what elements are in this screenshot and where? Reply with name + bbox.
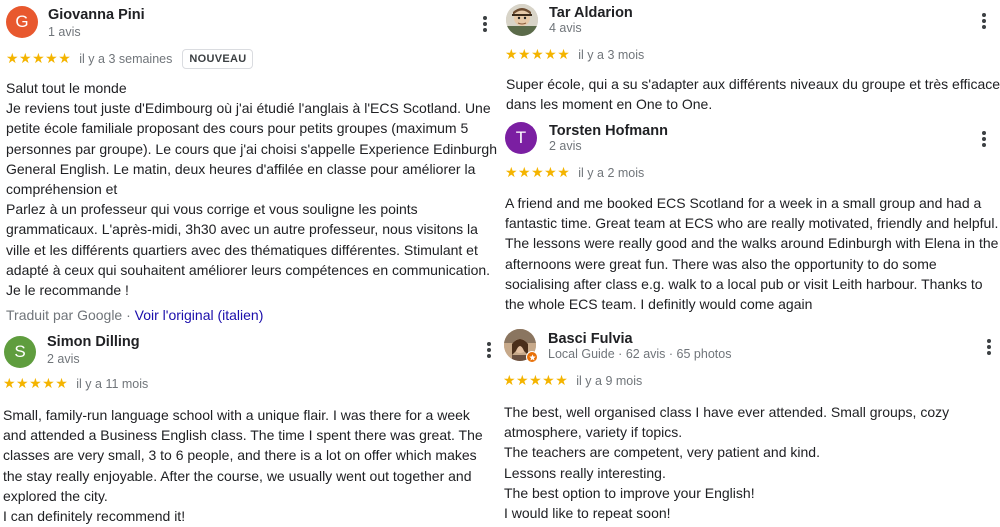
review-line: the stay really enjoyable. After the cou… <box>3 467 472 484</box>
avatar-image <box>506 4 538 36</box>
review-line: Je le recommande ! <box>6 282 129 299</box>
reviewer-meta: Local Guide · 62 avis · 65 photos <box>548 347 732 361</box>
avatar-basci-fulvia[interactable] <box>504 329 538 363</box>
reviewer-name[interactable]: Giovanna Pini <box>48 7 145 23</box>
review-date: il y a 3 mois <box>578 48 645 62</box>
review-line: petite école familiale proposant des cou… <box>6 120 469 137</box>
local-guide-badge-icon <box>526 351 538 363</box>
review-date: il y a 9 mois <box>576 374 643 388</box>
rating-row: ★★★★★ il y a 9 mois <box>503 373 642 389</box>
avatar-giovanna-pini[interactable]: G <box>6 6 38 38</box>
reviewer-meta: 2 avis <box>549 139 582 153</box>
review-date: il y a 2 mois <box>578 166 645 180</box>
reviewer-name[interactable]: Simon Dilling <box>47 334 140 350</box>
avatar-tar-aldarion[interactable] <box>506 4 538 36</box>
review-card-giovanna-pini: G Giovanna Pini 1 avis ★★★★★ il y a 3 se… <box>0 0 500 330</box>
review-line: Small, family-run language school with a… <box>3 407 470 423</box>
review-line: and attended a Business English class. T… <box>3 427 483 444</box>
review-line: The teachers are competent, very patient… <box>504 444 820 461</box>
avatar-initial: T <box>515 128 527 147</box>
star-rating: ★★★★★ <box>505 165 571 181</box>
reviewer-name[interactable]: Torsten Hofmann <box>549 123 668 139</box>
review-card-torsten-hofmann: T Torsten Hofmann 2 avis ★★★★★ il y a 2 … <box>500 118 1000 323</box>
more-options-icon[interactable] <box>482 339 496 361</box>
review-line: I would like to repeat soon! <box>504 505 671 522</box>
review-line: classes are very small, 3 to 6 people, a… <box>3 447 477 464</box>
reviewer-name[interactable]: Basci Fulvia <box>548 331 633 347</box>
review-line: Je reviens tout juste d'Edimbourg où j'a… <box>6 100 491 117</box>
review-line: Parlez à un professeur qui vous corrige … <box>6 201 418 218</box>
review-text: A friend and me booked ECS Scotland for … <box>505 193 998 314</box>
more-options-icon[interactable] <box>478 13 492 35</box>
review-card-tar-aldarion: Tar Aldarion 4 avis ★★★★★ il y a 3 mois … <box>500 0 1000 118</box>
translated-by-label: Traduit par Google · <box>6 307 131 323</box>
review-text: Salut tout le monde Je reviens tout just… <box>6 78 497 300</box>
review-line: explored the city. <box>3 487 108 504</box>
review-line: Super école, qui a su s'adapter aux diff… <box>506 76 1000 92</box>
review-line: grammaticaux. L'après-midi, 3h30 avec un… <box>6 221 478 238</box>
review-date: il y a 11 mois <box>76 377 149 391</box>
review-line: afternoons were great fun. There was als… <box>505 255 937 272</box>
more-options-icon[interactable] <box>977 10 991 32</box>
avatar-simon-dilling[interactable]: S <box>4 336 36 368</box>
avatar-initial: S <box>14 342 26 361</box>
rating-row: ★★★★★ il y a 3 semaines NOUVEAU <box>6 49 254 69</box>
review-line: General English. Le matin, deux heures d… <box>6 160 476 177</box>
rating-row: ★★★★★ il y a 11 mois <box>3 376 148 392</box>
star-rating: ★★★★★ <box>3 376 69 392</box>
review-card-simon-dilling: S Simon Dilling 2 avis ★★★★★ il y a 11 m… <box>0 330 500 527</box>
star-rating: ★★★★★ <box>6 51 72 67</box>
review-card-basci-fulvia: Basci Fulvia Local Guide · 62 avis · 65 … <box>500 323 1000 527</box>
review-line: ville et les différents quartiers avec d… <box>6 241 478 258</box>
reviewer-meta: 2 avis <box>47 352 80 366</box>
review-line: fantastic time. Great team at ECS who ar… <box>505 215 999 232</box>
see-original-link[interactable]: Voir l'original (italien) <box>135 307 264 323</box>
review-text: The best, well organised class I have ev… <box>504 402 949 523</box>
review-line: dans les moment en One to One. <box>506 96 713 113</box>
review-text: Small, family-run language school with a… <box>3 405 483 526</box>
reviewer-name[interactable]: Tar Aldarion <box>549 5 633 21</box>
reviewer-meta: 4 avis <box>549 21 582 35</box>
rating-row: ★★★★★ il y a 2 mois <box>505 165 644 181</box>
review-line: The best, well organised class I have ev… <box>504 404 950 420</box>
review-line: Salut tout le monde <box>6 80 127 96</box>
review-line: compréhension et <box>6 181 118 198</box>
avatar-torsten-hofmann[interactable]: T <box>505 122 537 154</box>
review-line: personnes par groupe). Le cours que j'ai… <box>6 140 497 157</box>
review-line: The best option to improve your English! <box>504 484 755 501</box>
reviewer-meta: 1 avis <box>48 25 81 39</box>
review-line: I can definitely recommend it! <box>3 508 186 525</box>
more-options-icon[interactable] <box>982 336 996 358</box>
review-line: adapté à ceux qui souhaitent améliorer l… <box>6 261 491 278</box>
new-badge: NOUVEAU <box>182 49 254 69</box>
more-options-icon[interactable] <box>977 128 991 150</box>
review-line: Lessons really interesting. <box>504 464 666 481</box>
rating-row: ★★★★★ il y a 3 mois <box>505 47 644 63</box>
avatar-initial: G <box>15 12 29 31</box>
review-line: A friend and me booked ECS Scotland for … <box>505 195 982 211</box>
review-text: Super école, qui a su s'adapter aux diff… <box>506 74 1000 114</box>
translation-note: Traduit par Google · Voir l'original (it… <box>6 307 263 323</box>
review-line: The lessons were really good and the wal… <box>505 235 999 252</box>
star-rating: ★★★★★ <box>505 47 571 63</box>
review-line: atmosphere, variety if topics. <box>504 424 683 441</box>
review-line: socialising after class e.g. walk to a l… <box>505 275 983 292</box>
star-rating: ★★★★★ <box>503 373 569 389</box>
review-date: il y a 3 semaines <box>79 52 173 66</box>
review-line: the whole ECS team. I definitly would co… <box>505 296 813 313</box>
